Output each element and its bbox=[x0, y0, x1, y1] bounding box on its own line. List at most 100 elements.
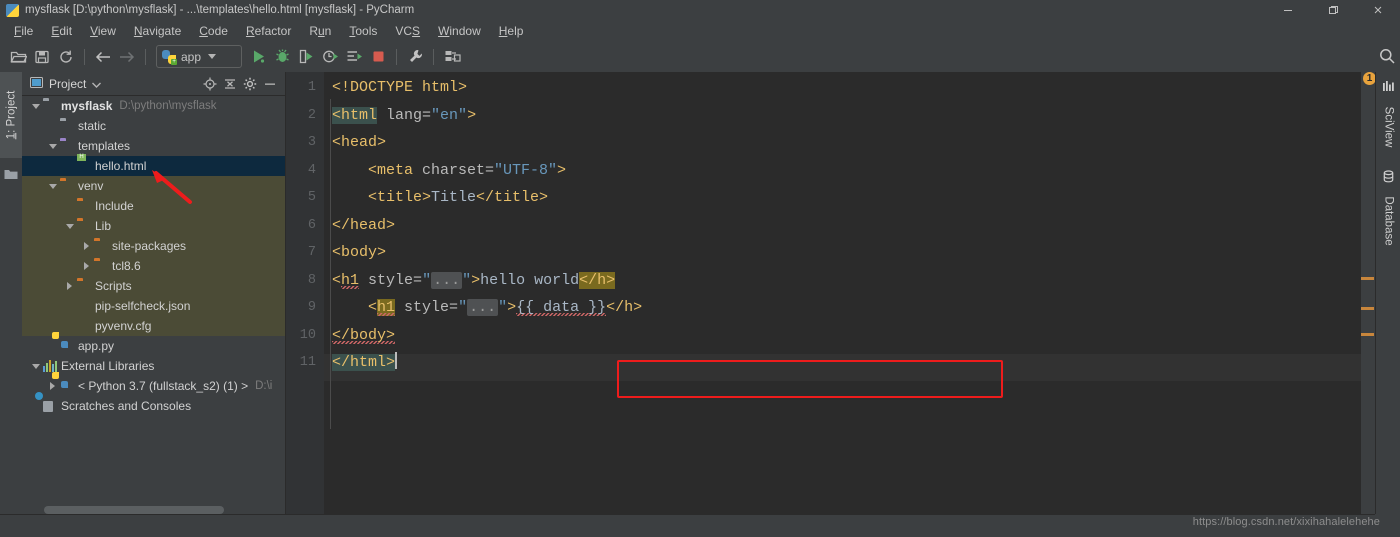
menu-navigate[interactable]: Navigate bbox=[125, 22, 190, 40]
menu-edit[interactable]: Edit bbox=[42, 22, 81, 40]
code-line[interactable]: <html lang="en"> bbox=[332, 102, 476, 130]
deploy-icon[interactable] bbox=[440, 45, 464, 69]
chevron-right-icon[interactable] bbox=[64, 281, 75, 292]
open-folder-icon[interactable] bbox=[6, 45, 30, 69]
sync-refresh-icon[interactable] bbox=[54, 45, 78, 69]
code-line[interactable]: <head> bbox=[332, 129, 386, 157]
tree-row-external-libraries[interactable]: External Libraries bbox=[22, 356, 285, 376]
menu-vcs[interactable]: VCS bbox=[386, 22, 429, 40]
tree-row-python-3-7-fullstack-s2-1[interactable]: < Python 3.7 (fullstack_s2) (1) > D:\i bbox=[22, 372, 285, 396]
collapsed-code-fold[interactable]: ... bbox=[467, 299, 499, 316]
tree-row-lib[interactable]: Lib bbox=[22, 216, 285, 236]
chevron-down-icon[interactable] bbox=[30, 101, 41, 112]
minimize-panel-icon[interactable] bbox=[261, 75, 279, 93]
tree-row-templates[interactable]: templates bbox=[22, 136, 285, 156]
html-file-icon: H bbox=[77, 154, 91, 173]
debug-icon[interactable] bbox=[270, 45, 294, 69]
chevron-down-icon[interactable] bbox=[64, 221, 75, 232]
menu-refactor[interactable]: Refactor bbox=[237, 22, 300, 40]
code-line[interactable]: </head> bbox=[332, 212, 395, 240]
orange-folder-icon bbox=[77, 279, 91, 293]
sidebar-item-database[interactable]: Database bbox=[1376, 186, 1400, 256]
tree-row-pip-selfcheck-json[interactable]: pip-selfcheck.json bbox=[22, 296, 285, 316]
project-panel-hscrollbar[interactable] bbox=[44, 506, 224, 514]
orange-folder-icon bbox=[77, 219, 91, 233]
run-configuration-selector[interactable]: + app bbox=[156, 45, 242, 68]
collapse-all-icon[interactable] bbox=[221, 75, 239, 93]
editor-gutter[interactable]: 1 2 3 4 5 6 7 8 9 10 11 bbox=[286, 72, 324, 514]
save-all-icon[interactable] bbox=[30, 45, 54, 69]
locate-target-icon[interactable] bbox=[201, 75, 219, 93]
code-line[interactable]: <!DOCTYPE html> bbox=[332, 74, 467, 102]
code-token: hello world bbox=[480, 271, 580, 289]
tree-row-scratches-and-consoles[interactable]: Scratches and Consoles bbox=[22, 392, 285, 416]
settings-wrench-icon[interactable] bbox=[403, 45, 427, 69]
tree-row-static[interactable]: static bbox=[22, 116, 285, 136]
editor-code-area[interactable]: <!DOCTYPE html> <html lang="en"> <head> <m… bbox=[332, 72, 1342, 514]
menu-tools[interactable]: Tools bbox=[340, 22, 386, 40]
sidebar-item-sciview[interactable]: SciView bbox=[1376, 96, 1400, 158]
code-line[interactable]: <title>Title</title> bbox=[332, 184, 548, 212]
inspection-marker[interactable] bbox=[1361, 307, 1374, 310]
tree-row-tcl8-6[interactable]: tcl8.6 bbox=[22, 256, 285, 276]
profile-icon[interactable] bbox=[318, 45, 342, 69]
sciview-label: SciView bbox=[1382, 106, 1395, 148]
tree-row-hello-html[interactable]: Hhello.html bbox=[22, 154, 285, 176]
chevron-right-icon[interactable] bbox=[81, 261, 92, 272]
folder-icon[interactable] bbox=[4, 168, 18, 183]
chevron-right-icon[interactable] bbox=[81, 241, 92, 252]
code-editor[interactable]: 1 2 3 4 5 6 7 8 9 10 11 <!DOCTYPE html> <html lang=… bbox=[286, 72, 1361, 514]
run-dashboard-icon[interactable] bbox=[342, 45, 366, 69]
minimize-button[interactable] bbox=[1265, 0, 1310, 20]
project-tree[interactable]: mysflask D:\python\mysflask static template… bbox=[22, 96, 285, 496]
menu-window[interactable]: Window bbox=[429, 22, 490, 40]
forward-arrow-icon[interactable] bbox=[115, 45, 139, 69]
tree-row-label: templates bbox=[78, 139, 131, 153]
toolbar-separator-2 bbox=[145, 48, 146, 65]
menu-help[interactable]: Help bbox=[490, 22, 533, 40]
code-line[interactable]: <meta charset="UTF-8"> bbox=[332, 157, 566, 185]
code-line[interactable]: </html> bbox=[332, 349, 397, 377]
run-with-coverage-icon[interactable] bbox=[294, 45, 318, 69]
menu-view[interactable]: View bbox=[81, 22, 125, 40]
inspection-marker[interactable] bbox=[1361, 333, 1374, 336]
chevron-down-icon[interactable] bbox=[30, 361, 41, 372]
sidebar-item-project-tab[interactable]: 1: Project bbox=[0, 72, 22, 158]
close-button[interactable] bbox=[1355, 0, 1400, 20]
inspection-marker[interactable] bbox=[1361, 277, 1374, 280]
tree-row-site-packages[interactable]: site-packages bbox=[22, 236, 285, 256]
code-token: " bbox=[422, 271, 432, 289]
menu-code[interactable]: Code bbox=[190, 22, 237, 40]
chevron-right-icon[interactable] bbox=[47, 381, 58, 392]
tree-row-include[interactable]: Include bbox=[22, 196, 285, 216]
collapsed-code-fold[interactable]: ... bbox=[431, 271, 463, 289]
code-token: </body> bbox=[332, 326, 396, 344]
tree-row-scripts[interactable]: Scripts bbox=[22, 276, 285, 296]
search-icon[interactable] bbox=[1376, 45, 1398, 67]
tree-row-app-py[interactable]: app.py bbox=[22, 332, 285, 356]
code-token: > bbox=[467, 106, 477, 124]
code-line[interactable]: <h1 style="... ">hello world</h> bbox=[332, 267, 616, 295]
editor-marker-bar[interactable] bbox=[1361, 72, 1375, 514]
chevron-down-icon[interactable] bbox=[47, 141, 58, 152]
chevron-down-icon[interactable] bbox=[92, 77, 102, 91]
restore-button[interactable] bbox=[1310, 0, 1355, 20]
stop-icon[interactable] bbox=[366, 45, 390, 69]
tree-row-pyvenv-cfg[interactable]: pyvenv.cfg bbox=[22, 316, 285, 336]
run-icon[interactable] bbox=[246, 45, 270, 69]
back-arrow-icon[interactable] bbox=[91, 45, 115, 69]
code-token: lang= bbox=[386, 106, 432, 124]
window-controls bbox=[1265, 0, 1400, 20]
menu-file[interactable]: File bbox=[5, 22, 42, 40]
tree-row-label: hello.html bbox=[95, 159, 147, 173]
gear-icon[interactable] bbox=[241, 75, 259, 93]
menu-run[interactable]: Run bbox=[300, 22, 340, 40]
right-tool-stripe: SciView Database bbox=[1375, 72, 1400, 514]
code-line[interactable]: <body> bbox=[332, 239, 386, 267]
code-line[interactable]: </body> bbox=[332, 322, 396, 350]
code-token: </h> bbox=[579, 271, 616, 289]
code-line[interactable]: <h1 style="... ">{{ data }}</h> bbox=[332, 294, 642, 322]
chevron-down-icon[interactable] bbox=[47, 181, 58, 192]
tree-row-mysflask[interactable]: mysflask D:\python\mysflask bbox=[22, 96, 285, 116]
tree-row-venv[interactable]: venv bbox=[22, 176, 285, 196]
